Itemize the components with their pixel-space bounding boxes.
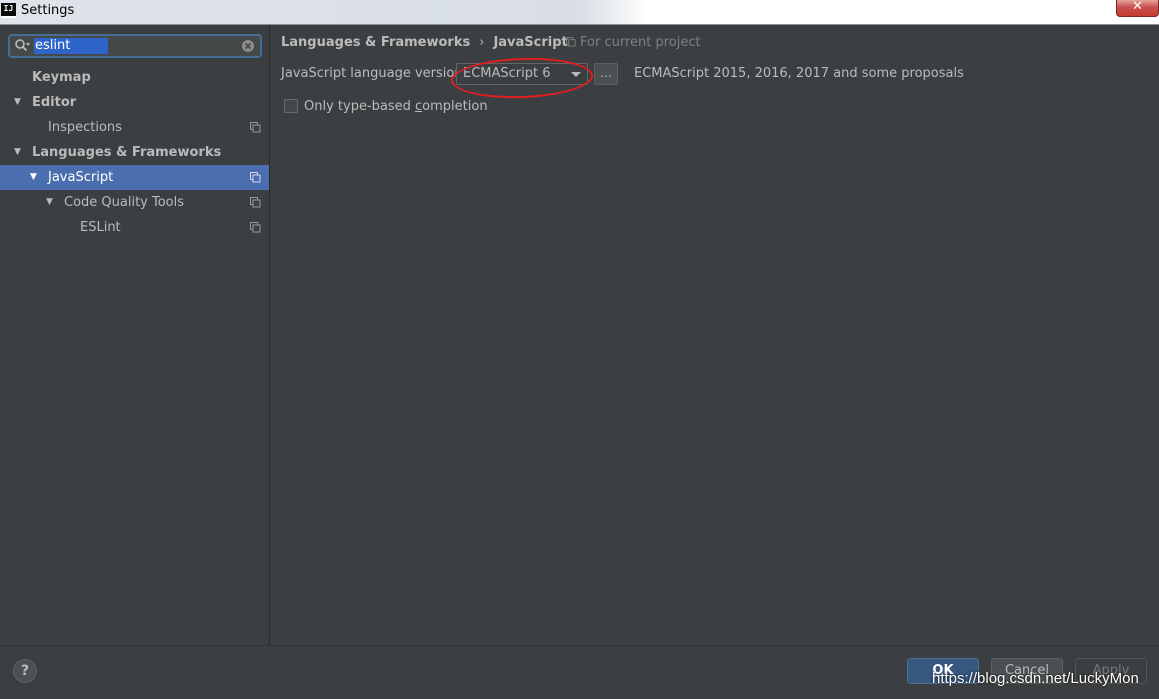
type-based-completion-label[interactable]: Only type-based completion [304, 99, 488, 114]
tree-item-label: Code Quality Tools [64, 195, 185, 210]
scope-label: For current project [580, 35, 701, 50]
tree-item-editor[interactable]: ▼ Editor [0, 90, 269, 115]
breadcrumb-separator: › [479, 35, 485, 50]
watermark-text: https://blog.csdn.net/LuckyMon [932, 670, 1139, 687]
tree-item-label: JavaScript [48, 170, 114, 185]
settings-search-box[interactable] [8, 34, 262, 58]
clear-search-icon[interactable] [241, 39, 255, 53]
tree-item-eslint[interactable]: ESLint [0, 215, 269, 240]
language-version-label: JavaScript language version [281, 66, 463, 81]
project-scope-icon [250, 122, 261, 133]
settings-sidebar: Keymap ▼ Editor Inspections ▼ Languages … [0, 25, 270, 645]
expanded-arrow-icon[interactable]: ▼ [14, 90, 26, 115]
tree-item-label: Editor [32, 95, 77, 110]
settings-content-panel: Languages & Frameworks › JavaScript For cu… [270, 25, 1159, 645]
expanded-arrow-icon[interactable]: ▼ [30, 165, 42, 190]
tree-item-label: ESLint [80, 220, 121, 235]
breadcrumb: Languages & Frameworks › JavaScript [281, 35, 568, 50]
language-version-description: ECMAScript 2015, 2016, 2017 and some pro… [634, 66, 964, 81]
tree-item-label: Keymap [32, 70, 91, 85]
window-titlebar: IJ Settings ✕ [0, 0, 1159, 25]
scope-indicator: For current project [566, 35, 701, 50]
label-text: ompletion [422, 99, 488, 114]
help-button[interactable]: ? [13, 659, 37, 683]
project-scope-icon [566, 37, 576, 47]
type-based-completion-checkbox[interactable] [284, 99, 298, 113]
tree-item-code-quality-tools[interactable]: ▼ Code Quality Tools [0, 190, 269, 215]
expanded-arrow-icon[interactable]: ▼ [14, 140, 26, 165]
window-close-button[interactable]: ✕ [1116, 0, 1159, 17]
tree-item-languages-frameworks[interactable]: ▼ Languages & Frameworks [0, 140, 269, 165]
tree-item-label: Inspections [48, 120, 122, 135]
intellij-app-icon: IJ [1, 3, 16, 18]
project-scope-icon [250, 197, 261, 208]
expanded-arrow-icon[interactable]: ▼ [46, 190, 58, 215]
tree-item-javascript[interactable]: ▼ JavaScript [0, 165, 269, 190]
dialog-button-bar: ? OK Cancel Apply https://blog.csdn.net/… [0, 645, 1159, 699]
label-text: Only type-based [304, 99, 416, 114]
language-version-dropdown[interactable]: ECMAScript 6 [456, 63, 588, 85]
tree-item-inspections[interactable]: Inspections [0, 115, 269, 140]
language-version-more-button[interactable]: ... [594, 63, 618, 85]
tree-item-label: Languages & Frameworks [32, 145, 222, 160]
language-version-selected: ECMAScript 6 [463, 66, 551, 81]
breadcrumb-parent[interactable]: Languages & Frameworks [281, 35, 470, 50]
project-scope-icon [250, 222, 261, 233]
settings-tree: Keymap ▼ Editor Inspections ▼ Languages … [0, 65, 269, 240]
breadcrumb-current: JavaScript [493, 35, 568, 50]
project-scope-icon [250, 172, 261, 183]
tree-item-keymap[interactable]: Keymap [0, 65, 269, 90]
settings-search-input[interactable] [34, 38, 108, 54]
dropdown-arrow-icon [571, 72, 581, 77]
search-icon[interactable] [14, 38, 30, 54]
window-title: Settings [21, 3, 75, 18]
